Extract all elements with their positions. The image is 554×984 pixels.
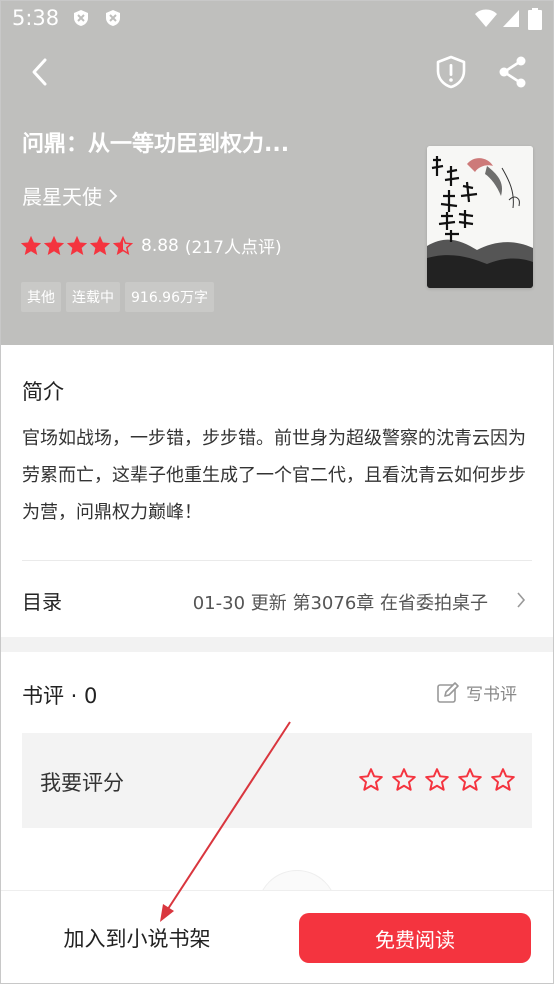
back-button[interactable]	[20, 52, 60, 92]
add-to-shelf-button[interactable]: 加入到小说书架	[24, 913, 250, 963]
toc-label: 目录	[22, 590, 62, 614]
battery-icon	[528, 8, 542, 30]
rating-count: (217人点评)	[184, 238, 282, 258]
author-name: 晨星天使	[22, 185, 102, 209]
author-link[interactable]: 晨星天使	[22, 181, 118, 210]
book-tags: 其他 连载中 916.96万字	[21, 282, 214, 312]
star-icon	[90, 235, 110, 255]
star-icon	[113, 235, 133, 255]
status-time: 5:38	[12, 6, 60, 30]
tag-status: 连载中	[66, 282, 120, 312]
book-cover[interactable]	[427, 146, 533, 288]
rate-star-icon[interactable]	[391, 767, 417, 793]
shield-notification-icon	[74, 10, 88, 26]
intro-text[interactable]: 官场如战场，一步错，步步错。前世身为超级警察的沈青云因为劳累而亡，这辈子他重生成…	[22, 420, 534, 531]
cover-image	[427, 146, 533, 288]
status-bar: 5:38	[0, 0, 554, 36]
shield-notification-icon	[106, 10, 120, 26]
rate-star-icon[interactable]	[424, 767, 450, 793]
divider	[22, 560, 532, 561]
rate-box: 我要评分	[22, 733, 532, 828]
star-icon	[67, 235, 87, 255]
tag-category: 其他	[21, 282, 61, 312]
rate-label: 我要评分	[40, 771, 124, 795]
book-title: 问鼎：从一等功臣到权力...	[22, 132, 290, 157]
book-header: 5:38 问鼎：从一等功臣到权力... 晨星天使 8.88 (217人点评) 其…	[0, 0, 554, 345]
chevron-right-icon	[109, 188, 118, 203]
star-icon	[44, 235, 64, 255]
share-button[interactable]	[493, 52, 533, 92]
share-icon	[499, 56, 526, 88]
rate-stars[interactable]	[358, 767, 516, 793]
table-of-contents-row[interactable]: 目录 01-30 更新 第3076章 在省委拍桌子	[0, 573, 554, 629]
rate-star-icon[interactable]	[490, 767, 516, 793]
chevron-right-icon	[517, 592, 526, 608]
wifi-icon	[475, 9, 497, 27]
rating-row: 8.88 (217人点评)	[21, 233, 282, 258]
edit-icon	[437, 681, 459, 703]
report-button[interactable]	[431, 52, 471, 92]
rating-score: 8.88	[141, 235, 179, 256]
write-review-button[interactable]: 写书评	[436, 680, 517, 705]
star-icon	[21, 235, 41, 255]
tag-word-count: 916.96万字	[125, 282, 214, 312]
rate-star-icon[interactable]	[358, 767, 384, 793]
write-review-label: 写书评	[466, 685, 517, 705]
rating-stars	[21, 235, 133, 256]
free-read-button[interactable]: 免费阅读	[299, 913, 531, 963]
intro-title: 简介	[22, 380, 64, 404]
review-title: 书评 · 0	[22, 684, 98, 708]
toc-latest-chapter: 01-30 更新 第3076章 在省委拍桌子	[192, 593, 488, 614]
shield-alert-icon	[436, 55, 466, 89]
signal-icon	[503, 10, 519, 27]
bottom-action-bar: 加入到小说书架 免费阅读	[0, 890, 554, 984]
rate-star-icon[interactable]	[457, 767, 483, 793]
back-arrow-icon	[32, 58, 47, 86]
